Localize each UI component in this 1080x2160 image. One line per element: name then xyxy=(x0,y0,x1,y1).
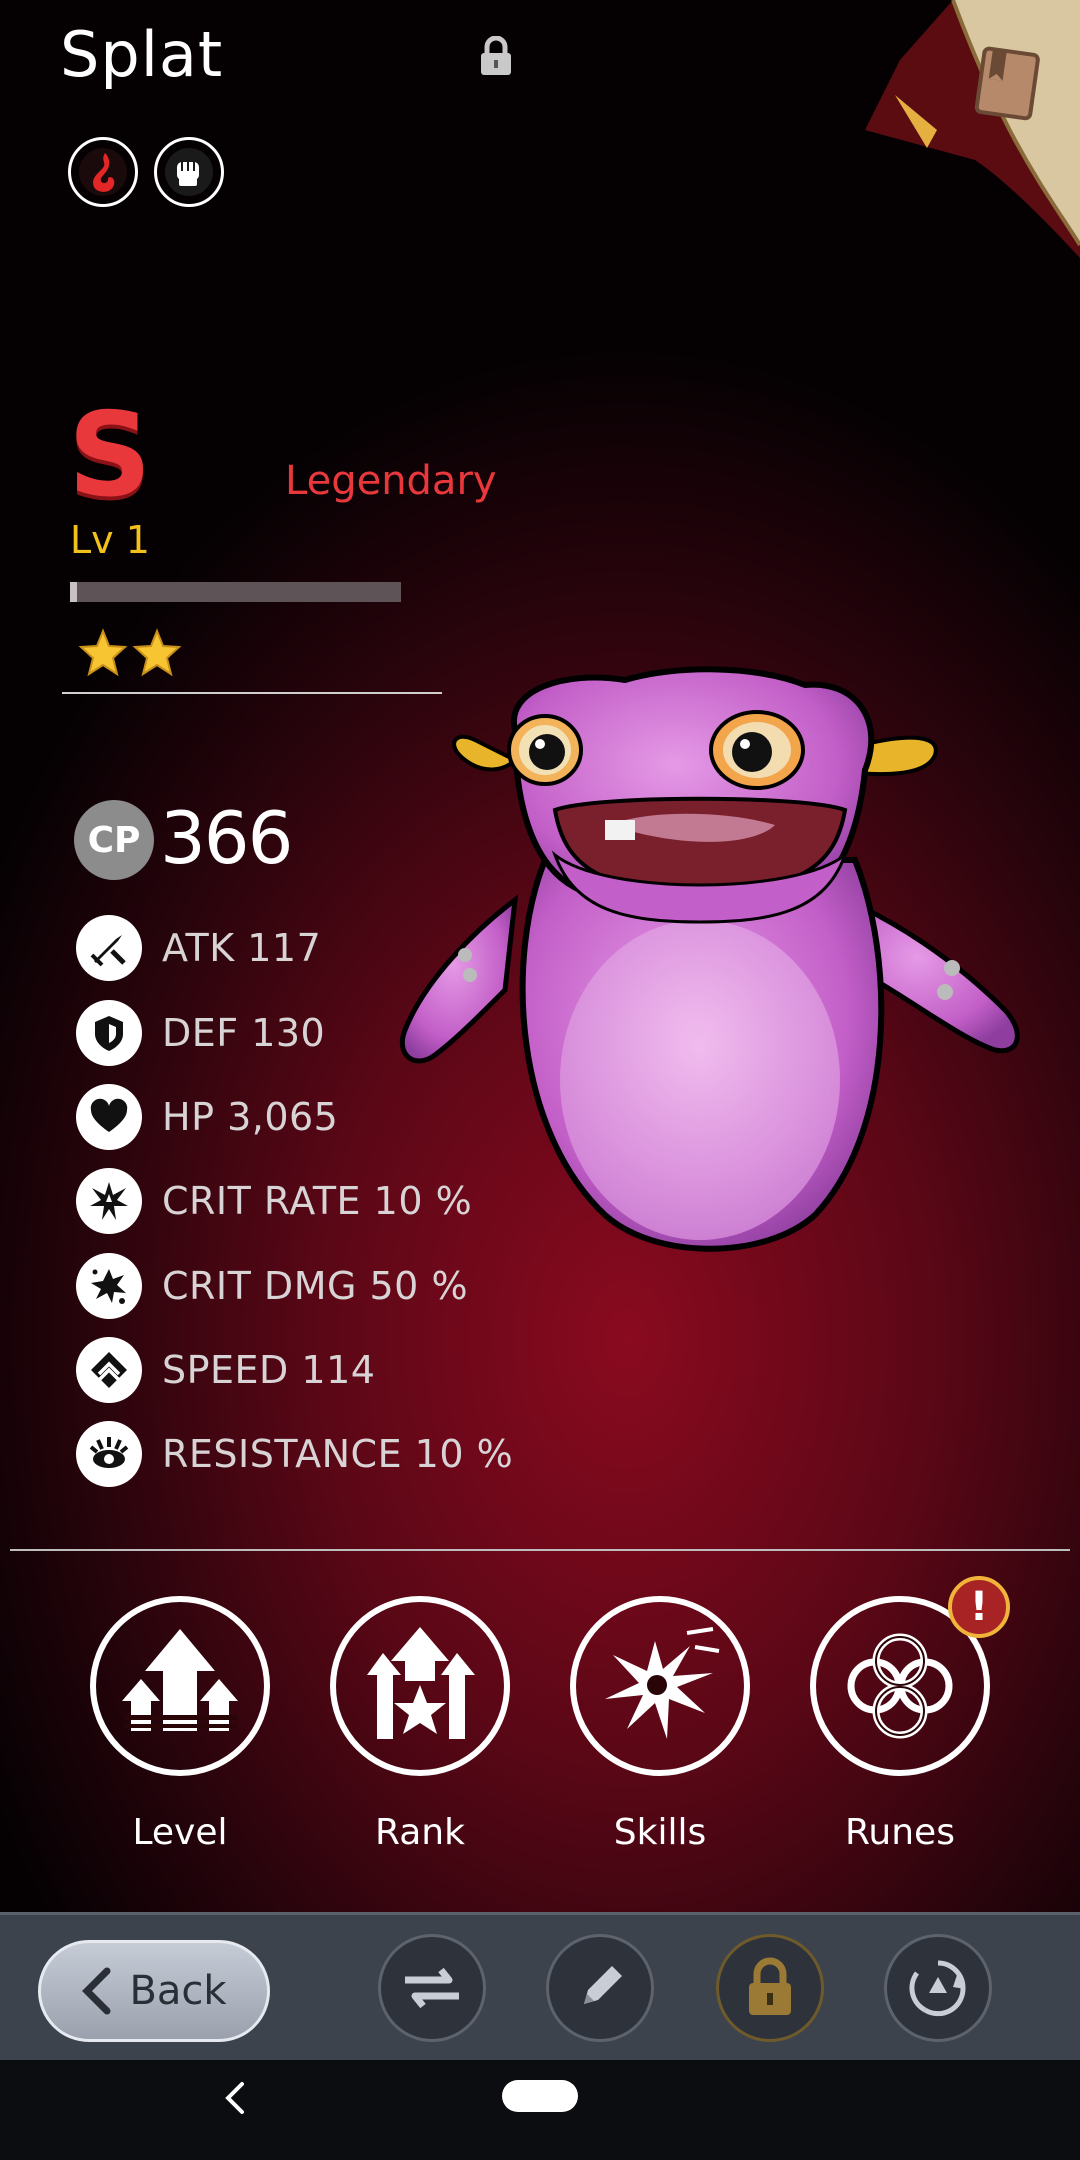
heart-icon xyxy=(76,1084,142,1150)
chevron-left-icon xyxy=(82,1967,111,2015)
rank-up-icon[interactable] xyxy=(330,1596,510,1776)
swap-icon[interactable] xyxy=(378,1934,486,2042)
system-back-icon[interactable] xyxy=(220,2078,250,2118)
runes-alert-badge: ! xyxy=(948,1576,1010,1638)
monster-model xyxy=(399,666,1020,1252)
system-home-button[interactable] xyxy=(502,2080,578,2112)
stat-resistance: RESISTANCE 10 % xyxy=(76,1421,513,1487)
edit-icon[interactable] xyxy=(546,1934,654,2042)
star-rating xyxy=(78,628,182,678)
stat-def: DEF 130 xyxy=(76,1000,325,1066)
stat-crit-dmg: CRIT DMG 50 % xyxy=(76,1253,468,1319)
xp-fill xyxy=(70,582,77,602)
level-button[interactable]: Level xyxy=(85,1596,275,1853)
crit-rate-icon xyxy=(76,1168,142,1234)
skills-button[interactable]: Skills xyxy=(565,1596,755,1853)
lock-icon[interactable] xyxy=(716,1934,824,2042)
shield-icon xyxy=(76,1000,142,1066)
stat-atk: ATK 117 xyxy=(76,915,321,981)
book-icon[interactable] xyxy=(865,0,1080,260)
recycle-icon[interactable] xyxy=(884,1934,992,2042)
grade-letter: S xyxy=(68,388,152,523)
fist-attack-type-icon[interactable] xyxy=(154,137,224,207)
divider xyxy=(10,1549,1070,1551)
fire-element-icon[interactable] xyxy=(68,137,138,207)
back-button[interactable]: Back xyxy=(38,1940,270,2042)
level-up-icon[interactable] xyxy=(90,1596,270,1776)
cp-badge: CP xyxy=(74,800,154,880)
resistance-icon xyxy=(76,1421,142,1487)
star-icon xyxy=(132,628,182,677)
crit-dmg-icon xyxy=(76,1253,142,1319)
cp-value: 366 xyxy=(160,796,293,880)
speed-icon xyxy=(76,1337,142,1403)
skills-icon[interactable] xyxy=(570,1596,750,1776)
star-icon xyxy=(78,628,128,677)
level-label: Lv 1 xyxy=(70,518,150,562)
sword-icon xyxy=(76,915,142,981)
rank-button[interactable]: Rank xyxy=(325,1596,515,1853)
stat-hp: HP 3,065 xyxy=(76,1084,338,1150)
xp-bar xyxy=(70,582,401,602)
rarity-label: Legendary xyxy=(285,458,497,504)
divider xyxy=(62,692,442,694)
monster-name: Splat xyxy=(60,18,224,91)
stat-speed: SPEED 114 xyxy=(76,1337,375,1403)
lock-icon[interactable] xyxy=(478,36,514,76)
